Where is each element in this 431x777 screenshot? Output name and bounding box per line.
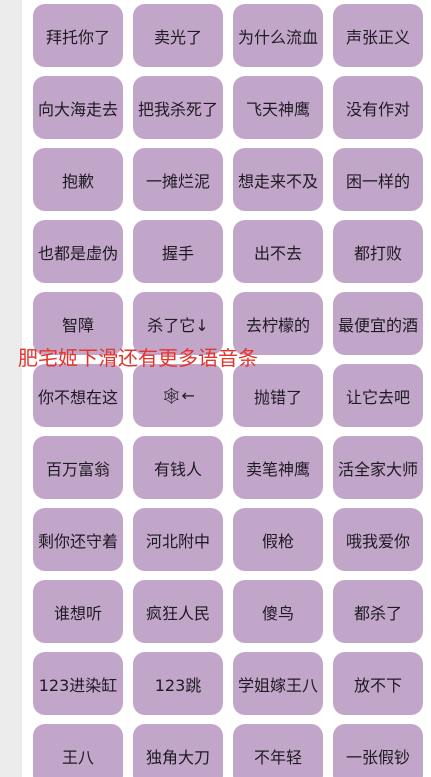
sound-button-label: 让它去吧 — [345, 387, 410, 407]
sound-button-label: 都打败 — [353, 243, 402, 263]
sound-button-label: 学姐嫁王八 — [237, 675, 318, 695]
sound-button-label: 活全家大师 — [337, 459, 418, 479]
scroll-hint-text: 肥宅姬下滑还有更多语音条 — [18, 346, 258, 370]
sound-button-label: 疯狂人民 — [145, 603, 210, 623]
sound-button-label: 抱歉 — [61, 171, 94, 191]
sound-button-label: 没有作对 — [345, 99, 410, 119]
sound-button-grid: 拜托你了 卖光了 为什么流血 声张正义 向大海走去 把我杀死了 飞天神鹰 没有作… — [33, 4, 423, 777]
sound-button-label: 也都是虚伪 — [37, 243, 118, 263]
sound-button[interactable]: 谁想听 — [33, 580, 123, 643]
sound-button-label: 卖光了 — [153, 27, 202, 47]
sound-button-label: 放不下 — [353, 675, 402, 695]
sound-button-label: 智障 — [61, 315, 94, 335]
sound-button[interactable]: 拜托你了 — [33, 4, 123, 67]
sound-button-label: 最便宜的酒 — [337, 315, 418, 335]
sound-button[interactable]: 王八 — [33, 724, 123, 777]
sound-button-label: 河北附中 — [145, 531, 210, 551]
sound-button-label: 想走来不及 — [237, 171, 318, 191]
left-edge-strip — [0, 0, 22, 777]
sound-button-label: 出不去 — [253, 243, 302, 263]
sound-button[interactable]: 抛错了 — [233, 364, 323, 427]
sound-button-label: 剩你还守着 — [37, 531, 118, 551]
sound-button[interactable]: 为什么流血 — [233, 4, 323, 67]
sound-button[interactable]: 假枪 — [233, 508, 323, 571]
sound-button[interactable]: 卖笔神鹰 — [233, 436, 323, 499]
sound-button-label: 百万富翁 — [45, 459, 110, 479]
sound-button[interactable]: 🕸← — [133, 364, 223, 427]
sound-button-label: 有钱人 — [153, 459, 202, 479]
sound-button-label: 123进染缸 — [38, 675, 118, 695]
sound-button-label: 拜托你了 — [45, 27, 110, 47]
sound-button[interactable]: 声张正义 — [333, 4, 423, 67]
sound-button[interactable]: 放不下 — [333, 652, 423, 715]
sound-button[interactable]: 出不去 — [233, 220, 323, 283]
sound-button[interactable]: 想走来不及 — [233, 148, 323, 211]
sound-button-label: 卖笔神鹰 — [245, 459, 310, 479]
sound-button-label: 抛错了 — [253, 387, 302, 407]
sound-button[interactable]: 把我杀死了 — [133, 76, 223, 139]
sound-button[interactable]: 卖光了 — [133, 4, 223, 67]
sound-button-label: 握手 — [161, 243, 194, 263]
sound-button-label: 不年轻 — [253, 747, 302, 767]
sound-button-label: 一张假钞 — [345, 747, 410, 767]
sound-button[interactable]: 向大海走去 — [33, 76, 123, 139]
sound-button-label: 为什么流血 — [237, 27, 318, 47]
sound-button[interactable]: 有钱人 — [133, 436, 223, 499]
sound-button[interactable]: 最便宜的酒 — [333, 292, 423, 355]
sound-button[interactable]: 没有作对 — [333, 76, 423, 139]
sound-button-label: 🕸← — [161, 386, 195, 405]
sound-button-label: 声张正义 — [345, 27, 410, 47]
sound-button-label: 123跳 — [154, 675, 202, 695]
sound-button[interactable]: 123进染缸 — [33, 652, 123, 715]
sound-button[interactable]: 你不想在这 — [33, 364, 123, 427]
sound-button-label: 傻鸟 — [261, 603, 294, 623]
sound-button-label: 假枪 — [261, 531, 294, 551]
sound-button[interactable]: 剩你还守着 — [33, 508, 123, 571]
sound-button[interactable]: 傻鸟 — [233, 580, 323, 643]
sound-button-label: 一摊烂泥 — [145, 171, 210, 191]
sound-button-label: 把我杀死了 — [137, 99, 218, 119]
sound-button[interactable]: 活全家大师 — [333, 436, 423, 499]
sound-button-label: 哦我爱你 — [345, 531, 410, 551]
sound-button-label: 王八 — [61, 747, 94, 767]
sound-button-label: 困一样的 — [345, 171, 410, 191]
sound-button-label: 你不想在这 — [37, 387, 118, 407]
sound-button[interactable]: 123跳 — [133, 652, 223, 715]
sound-button[interactable]: 抱歉 — [33, 148, 123, 211]
sound-button[interactable]: 不年轻 — [233, 724, 323, 777]
sound-button[interactable]: 河北附中 — [133, 508, 223, 571]
sound-button-label: 杀了它↓ — [147, 315, 209, 335]
sound-button[interactable]: 让它去吧 — [333, 364, 423, 427]
sound-button[interactable]: 都打败 — [333, 220, 423, 283]
sound-button[interactable]: 疯狂人民 — [133, 580, 223, 643]
sound-button[interactable]: 学姐嫁王八 — [233, 652, 323, 715]
soundboard-screen: 拜托你了 卖光了 为什么流血 声张正义 向大海走去 把我杀死了 飞天神鹰 没有作… — [0, 0, 431, 777]
sound-button-label: 谁想听 — [53, 603, 102, 623]
sound-button[interactable]: 困一样的 — [333, 148, 423, 211]
sound-button[interactable]: 飞天神鹰 — [233, 76, 323, 139]
sound-button-label: 向大海走去 — [37, 99, 118, 119]
sound-button-label: 独角大刀 — [145, 747, 210, 767]
sound-button-label: 都杀了 — [353, 603, 402, 623]
sound-button-label: 去柠檬的 — [245, 315, 310, 335]
sound-button[interactable]: 百万富翁 — [33, 436, 123, 499]
sound-button[interactable]: 一摊烂泥 — [133, 148, 223, 211]
sound-button-label: 飞天神鹰 — [245, 99, 310, 119]
sound-button[interactable]: 也都是虚伪 — [33, 220, 123, 283]
sound-button[interactable]: 一张假钞 — [333, 724, 423, 777]
sound-button[interactable]: 哦我爱你 — [333, 508, 423, 571]
sound-button[interactable]: 握手 — [133, 220, 223, 283]
sound-button[interactable]: 独角大刀 — [133, 724, 223, 777]
sound-button[interactable]: 都杀了 — [333, 580, 423, 643]
